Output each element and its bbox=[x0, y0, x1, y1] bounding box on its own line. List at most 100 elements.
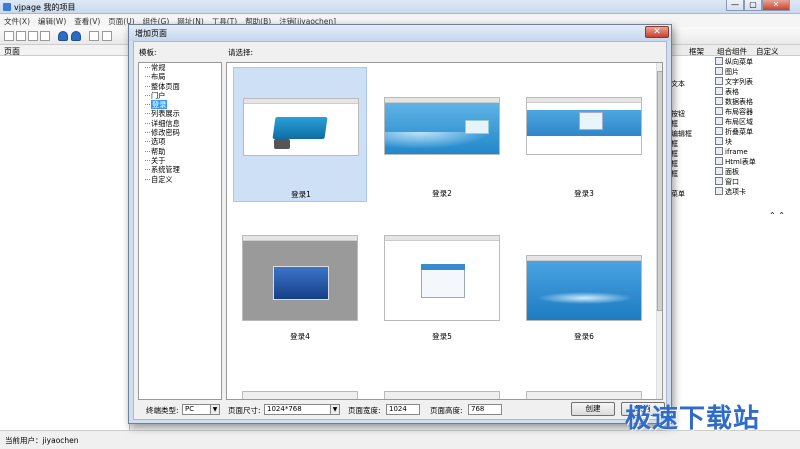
template-card[interactable]: 登录4 bbox=[233, 209, 367, 344]
tab-combo[interactable]: 组合组件 bbox=[717, 46, 747, 57]
terminal-type-label: 终端类型: bbox=[146, 406, 179, 415]
create-button[interactable]: 创建 bbox=[571, 402, 615, 416]
component-item[interactable]: 框 bbox=[671, 149, 711, 159]
tree-item[interactable]: 关于 bbox=[139, 156, 221, 165]
component-label: iframe bbox=[725, 148, 748, 156]
close-button[interactable]: ✕ bbox=[762, 0, 790, 11]
component-item[interactable]: 文本 bbox=[671, 79, 711, 89]
component-item[interactable]: Html表单 bbox=[715, 157, 777, 167]
page-size-select[interactable]: 1024*768 ▼ bbox=[264, 404, 340, 415]
template-card[interactable]: 登录5 bbox=[375, 209, 509, 344]
component-label: 纵向菜单 bbox=[725, 58, 753, 66]
template-card[interactable]: 登录6 bbox=[517, 209, 651, 344]
component-tabs: 框架 组合组件 自定义 bbox=[669, 45, 800, 56]
component-label: 面板 bbox=[725, 168, 739, 176]
tree-item[interactable]: 自定义 bbox=[139, 175, 221, 184]
dialog-close-button[interactable]: ✕ bbox=[645, 26, 669, 38]
open-file-icon[interactable] bbox=[16, 31, 26, 41]
component-item[interactable]: 框 bbox=[671, 159, 711, 169]
component-item[interactable]: 纵向菜单 bbox=[715, 57, 777, 67]
template-thumbnail-partial bbox=[384, 391, 500, 399]
tab-custom[interactable]: 自定义 bbox=[756, 46, 779, 57]
grid-scrollbar[interactable] bbox=[656, 63, 662, 399]
component-icon bbox=[715, 177, 723, 185]
tree-item[interactable]: 常规 bbox=[139, 63, 221, 72]
component-item[interactable]: 框 bbox=[671, 139, 711, 149]
dialog-titlebar: 增加页面 ✕ bbox=[129, 25, 671, 41]
template-thumbnail-partial bbox=[242, 391, 358, 399]
component-label: Html表单 bbox=[725, 158, 756, 166]
tree-item-selected[interactable]: 登录 bbox=[139, 100, 221, 110]
maximize-button[interactable]: ▢ bbox=[744, 0, 762, 11]
template-card-selected[interactable]: 登录1 bbox=[233, 67, 367, 202]
publish-icon[interactable] bbox=[58, 31, 68, 41]
template-thumbnail bbox=[526, 255, 642, 321]
tree-item[interactable]: 列表展示 bbox=[139, 109, 221, 118]
component-icon bbox=[715, 87, 723, 95]
component-item[interactable]: 表格 bbox=[715, 87, 777, 97]
component-label: 布局区域 bbox=[725, 118, 753, 126]
current-user: 当前用户：jiyaochen bbox=[5, 436, 79, 445]
tree-item[interactable]: 布局 bbox=[139, 72, 221, 81]
dialog-footer: 终端类型: PC ▼ 页面尺寸: 1024*768 ▼ 页面宽度: 1024 页… bbox=[134, 400, 668, 421]
template-caption: 登录3 bbox=[574, 189, 594, 198]
upload-icon[interactable] bbox=[71, 31, 81, 41]
add-page-dialog: 增加页面 ✕ 模板: 请选择: 常规 布局 整体页面 门户 登录 列表展示 详细… bbox=[128, 24, 672, 424]
component-item[interactable]: 布局区域 bbox=[715, 117, 777, 127]
component-icon bbox=[715, 117, 723, 125]
component-item[interactable]: 选项卡 bbox=[715, 187, 777, 197]
tab-frame[interactable]: 框架 bbox=[689, 46, 704, 57]
template-tree: 常规 布局 整体页面 门户 登录 列表展示 详细信息 修改密码 选项 帮助 关于… bbox=[138, 62, 222, 400]
component-item[interactable]: 框 bbox=[671, 169, 711, 179]
tree-item[interactable]: 门户 bbox=[139, 91, 221, 100]
component-item[interactable]: 框 bbox=[671, 119, 711, 129]
new-file-icon[interactable] bbox=[4, 31, 14, 41]
template-card[interactable]: 登录3 bbox=[517, 67, 651, 202]
preview-icon[interactable] bbox=[89, 31, 99, 41]
component-list-left: 文本 按钮 框 编辑框 框 框 框 框 菜单 bbox=[671, 79, 711, 199]
chevron-down-icon[interactable]: ▼ bbox=[330, 405, 339, 414]
tree-item[interactable]: 详细信息 bbox=[139, 119, 221, 128]
minimize-button[interactable]: — bbox=[726, 0, 744, 11]
component-icon bbox=[715, 157, 723, 165]
component-icon bbox=[715, 77, 723, 85]
dialog-title: 增加页面 bbox=[135, 29, 167, 38]
terminal-type-value: PC bbox=[185, 405, 195, 413]
component-item[interactable]: 菜单 bbox=[671, 189, 711, 199]
component-item[interactable]: iframe bbox=[715, 147, 777, 157]
tree-item[interactable]: 修改密码 bbox=[139, 128, 221, 137]
page-width-input[interactable]: 1024 bbox=[386, 404, 420, 415]
component-item[interactable]: 数据表格 bbox=[715, 97, 777, 107]
tree-item[interactable]: 帮助 bbox=[139, 147, 221, 156]
collapse-icon[interactable]: ⌃ ⌃ bbox=[769, 211, 785, 220]
app-icon bbox=[3, 3, 11, 11]
template-card[interactable]: 登录2 bbox=[375, 67, 509, 202]
settings-icon[interactable] bbox=[102, 31, 112, 41]
component-item[interactable]: 按钮 bbox=[671, 109, 711, 119]
component-icon bbox=[715, 57, 723, 65]
component-item[interactable]: 文字列表 bbox=[715, 77, 777, 87]
component-item[interactable]: 布局容器 bbox=[715, 107, 777, 117]
component-label: 图片 bbox=[725, 68, 739, 76]
save-icon[interactable] bbox=[28, 31, 38, 41]
component-item[interactable]: 折叠菜单 bbox=[715, 127, 777, 137]
page-height-input[interactable]: 768 bbox=[468, 404, 502, 415]
component-item[interactable]: 编辑框 bbox=[671, 129, 711, 139]
template-caption: 登录6 bbox=[574, 332, 594, 341]
template-caption: 登录4 bbox=[290, 332, 310, 341]
component-item[interactable]: 窗口 bbox=[715, 177, 777, 187]
component-item[interactable]: 块 bbox=[715, 137, 777, 147]
chevron-down-icon[interactable]: ▼ bbox=[210, 405, 219, 414]
tree-item[interactable]: 选项 bbox=[139, 137, 221, 146]
copy-icon[interactable] bbox=[40, 31, 50, 41]
component-item[interactable]: 图片 bbox=[715, 67, 777, 77]
component-item[interactable]: 面板 bbox=[715, 167, 777, 177]
tree-item[interactable]: 系统管理 bbox=[139, 165, 221, 174]
select-label: 请选择: bbox=[228, 48, 254, 57]
template-thumbnail bbox=[243, 98, 359, 156]
template-thumbnail bbox=[384, 235, 500, 321]
template-thumbnail bbox=[526, 97, 642, 155]
tree-item[interactable]: 整体页面 bbox=[139, 82, 221, 91]
scrollbar-thumb[interactable] bbox=[657, 71, 662, 311]
terminal-type-select[interactable]: PC ▼ bbox=[182, 404, 220, 415]
